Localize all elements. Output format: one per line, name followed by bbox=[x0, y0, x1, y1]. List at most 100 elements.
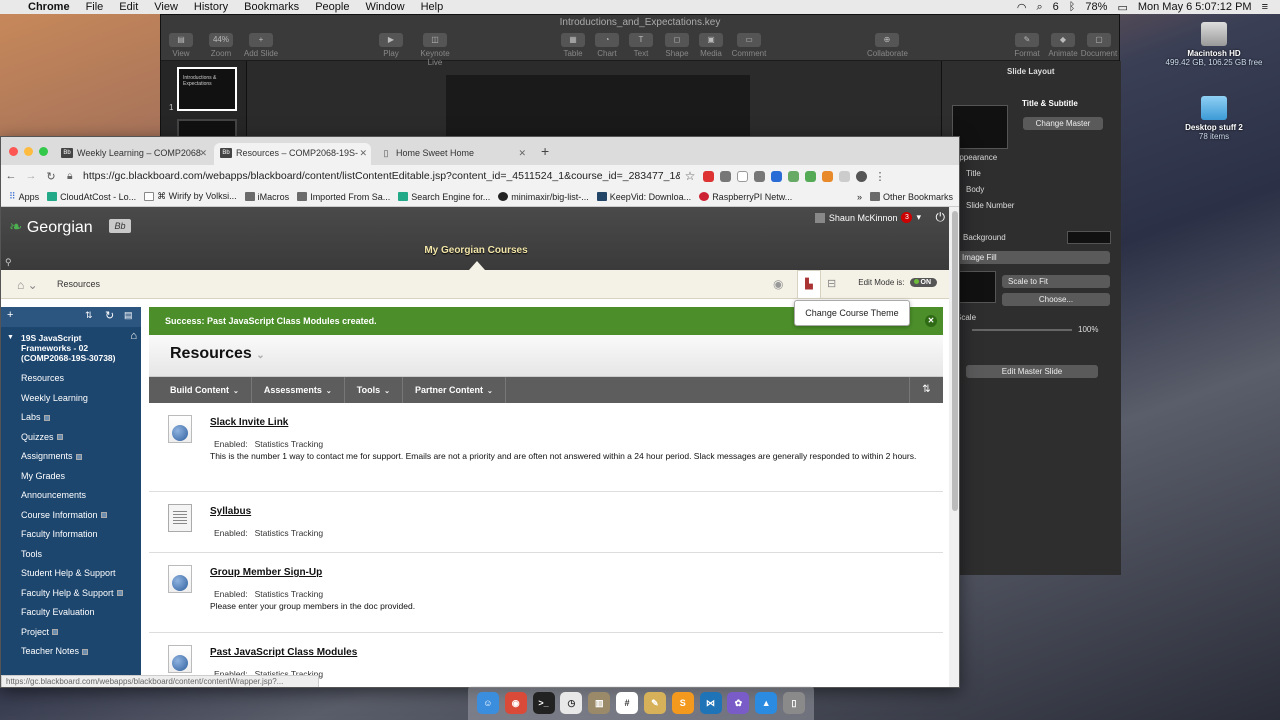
user-menu[interactable]: Shaun McKinnon 3 ▾ bbox=[814, 212, 921, 223]
extension-icon[interactable] bbox=[839, 170, 850, 182]
close-tab-icon[interactable]: ✕ bbox=[199, 143, 207, 163]
page-title[interactable]: Resources ⌄ bbox=[170, 345, 265, 363]
bookmark-item[interactable]: RaspberryPI Netw... bbox=[699, 192, 792, 202]
bookmark-item[interactable]: KeepVid: Downloa... bbox=[596, 192, 691, 202]
keynote-toolbar-document[interactable]: ▢ Document bbox=[1079, 33, 1119, 58]
menu-view[interactable]: View bbox=[146, 1, 186, 13]
logout-icon[interactable]: ⏻ bbox=[936, 210, 946, 225]
close-tab-icon[interactable]: ✕ bbox=[518, 143, 526, 163]
more-bookmarks-button[interactable]: » bbox=[857, 192, 862, 202]
menu-history[interactable]: History bbox=[186, 1, 236, 13]
keynote-toolbar-animate[interactable]: ◆ Animate bbox=[1043, 33, 1083, 58]
minimize-window-button[interactable] bbox=[24, 147, 33, 156]
content-item-title[interactable]: Group Member Sign-Up bbox=[210, 567, 322, 578]
clock-text[interactable]: Mon May 6 5:07:12 PM bbox=[1138, 1, 1252, 13]
terminal-icon[interactable]: >_ bbox=[532, 692, 555, 714]
menu-list-icon[interactable]: ≡ bbox=[1262, 1, 1268, 13]
keynote-toolbar-comment[interactable]: ▭ Comment bbox=[729, 33, 769, 58]
student-preview-icon[interactable]: ◉ bbox=[773, 277, 783, 291]
partner-content-menu[interactable]: Partner Content ⌄ bbox=[403, 377, 506, 403]
close-icon[interactable]: ✕ bbox=[925, 315, 937, 327]
sidebar-item-announcements[interactable]: Announcements bbox=[1, 486, 141, 506]
forward-icon[interactable]: → bbox=[21, 170, 41, 182]
edit-mode-toggle[interactable]: ON bbox=[909, 278, 937, 287]
sidebar-item-student-help-support[interactable]: Student Help & Support bbox=[1, 564, 141, 584]
choose-button[interactable]: Choose... bbox=[1002, 293, 1110, 306]
tab-home-sweet-home[interactable]: ▯ Home Sweet Home ✕ bbox=[374, 143, 530, 165]
my-courses-tab[interactable]: My Georgian Courses bbox=[411, 245, 541, 256]
keynote-toolbar-keynote-live[interactable]: ◫ Keynote Live bbox=[415, 33, 455, 67]
scale-select[interactable]: Scale to Fit bbox=[1002, 275, 1110, 288]
sidebar-item-faculty-information[interactable]: Faculty Information bbox=[1, 525, 141, 545]
content-item-title[interactable]: Past JavaScript Class Modules bbox=[210, 647, 357, 658]
new-tab-button[interactable]: + bbox=[541, 143, 549, 159]
add-menu-item-icon[interactable]: + bbox=[7, 309, 13, 321]
lock-icon[interactable]: ⊟ bbox=[827, 277, 836, 290]
app-menu[interactable]: Chrome bbox=[20, 1, 78, 13]
finder-icon[interactable]: ☺ bbox=[476, 692, 499, 714]
chevron-down-icon[interactable]: ⌄ bbox=[256, 350, 264, 361]
sidebar-item-quizzes[interactable]: Quizzes bbox=[1, 428, 141, 448]
keynote-toolbar-zoom[interactable]: 44% Zoom bbox=[201, 33, 241, 58]
bookmark-item[interactable]: Search Engine for... bbox=[398, 192, 490, 202]
sidebar-item-teacher-notes[interactable]: Teacher Notes bbox=[1, 642, 141, 662]
layout-preview[interactable] bbox=[952, 105, 1008, 149]
sidebar-item-faculty-help-support[interactable]: Faculty Help & Support bbox=[1, 584, 141, 604]
sidebar-item-assignments[interactable]: Assignments bbox=[1, 447, 141, 467]
bookmark-item[interactable]: Imported From Sa... bbox=[297, 192, 390, 202]
tools-menu[interactable]: Tools ⌄ bbox=[345, 377, 404, 403]
refresh-icon[interactable]: ↻ bbox=[105, 309, 114, 322]
sidebar-item-weekly-learning[interactable]: Weekly Learning bbox=[1, 389, 141, 409]
clock-icon[interactable]: ◷ bbox=[560, 692, 583, 714]
other-bookmarks[interactable]: Other Bookmarks bbox=[869, 192, 953, 202]
course-theme-icon[interactable]: ▙ bbox=[797, 270, 821, 298]
back-icon[interactable]: ← bbox=[1, 170, 21, 182]
breadcrumb[interactable]: Resources bbox=[57, 279, 100, 289]
menu-help[interactable]: Help bbox=[413, 1, 452, 13]
slide-number-option[interactable]: Slide Number bbox=[966, 201, 1014, 210]
menu-bookmarks[interactable]: Bookmarks bbox=[236, 1, 307, 13]
sidebar-item-labs[interactable]: Labs bbox=[1, 408, 141, 428]
extension-icon[interactable] bbox=[754, 170, 765, 182]
bookmark-item[interactable]: CloudAtCost - Lo... bbox=[47, 192, 136, 202]
bookmark-star-icon[interactable]: ☆ bbox=[680, 169, 700, 183]
sidebar-item-project[interactable]: Project bbox=[1, 623, 141, 643]
sidebar-item-resources[interactable]: Resources bbox=[1, 369, 141, 389]
collapse-icon[interactable]: ▼ bbox=[7, 333, 14, 343]
sidebar-item-tools[interactable]: Tools bbox=[1, 545, 141, 565]
address-bar[interactable]: 🔒︎ https://gc.blackboard.com/webapps/blac… bbox=[65, 167, 680, 185]
menu-file[interactable]: File bbox=[78, 1, 112, 13]
palette-icon[interactable]: ✿ bbox=[727, 692, 750, 714]
sidebar-item-course-information[interactable]: Course Information bbox=[1, 506, 141, 526]
scale-percent[interactable]: 100% bbox=[1078, 325, 1098, 334]
background-color-well[interactable] bbox=[1067, 231, 1111, 244]
folder-view-icon[interactable]: ▤ bbox=[124, 310, 133, 321]
extension-icon[interactable] bbox=[822, 170, 833, 182]
slack-icon[interactable]: # bbox=[616, 692, 639, 714]
profile-avatar[interactable] bbox=[856, 170, 867, 182]
build-content-menu[interactable]: Build Content ⌄ bbox=[149, 377, 252, 403]
archive-icon[interactable]: ▥ bbox=[588, 692, 611, 714]
bookmark-item[interactable]: iMacros bbox=[244, 192, 289, 202]
notification-badge[interactable]: 6 bbox=[1053, 1, 1059, 13]
link-icon[interactable]: ⚲ bbox=[5, 257, 12, 268]
desktop-icon-folder[interactable]: Desktop stuff 2 78 items bbox=[1159, 96, 1269, 141]
image-well[interactable] bbox=[956, 271, 996, 303]
scrollbar-thumb[interactable] bbox=[952, 211, 958, 511]
reorder-icon[interactable]: ⇅ bbox=[85, 310, 93, 321]
close-window-button[interactable] bbox=[9, 147, 18, 156]
keynote-icon[interactable]: ▲ bbox=[755, 692, 778, 714]
close-tab-icon[interactable]: ✕ bbox=[359, 143, 367, 163]
menu-people[interactable]: People bbox=[307, 1, 357, 13]
sidebar-item-faculty-evaluation[interactable]: Faculty Evaluation bbox=[1, 603, 141, 623]
trash-icon[interactable]: ▯ bbox=[783, 692, 806, 714]
tab-weekly-learning[interactable]: Bb Weekly Learning – COMP2068 ✕ bbox=[55, 143, 211, 165]
extension-icon[interactable] bbox=[771, 170, 782, 182]
keynote-toolbar-collaborate[interactable]: ⊕ Collaborate bbox=[867, 33, 908, 58]
vscode-icon[interactable]: ⋈ bbox=[699, 692, 722, 714]
extension-icon[interactable] bbox=[788, 170, 799, 182]
menu-window[interactable]: Window bbox=[357, 1, 412, 13]
course-title[interactable]: ▼ 19S JavaScript Frameworks - 02 (COMP206… bbox=[1, 327, 141, 369]
battery-text[interactable]: 78% bbox=[1085, 1, 1107, 13]
bookmark-apps[interactable]: ⠿ Apps bbox=[9, 191, 39, 202]
